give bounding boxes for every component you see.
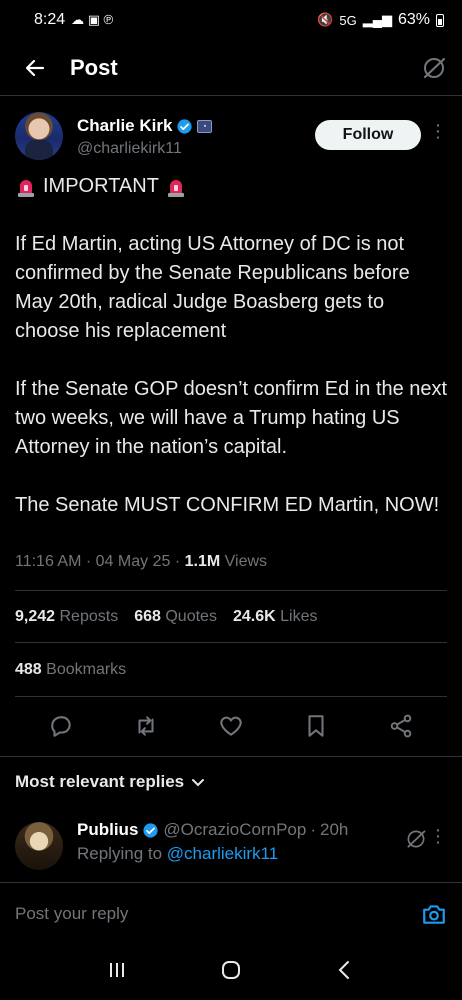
engagement-stats: 9,242 Reposts 668 Quotes 24.6K Likes — [15, 608, 317, 626]
reply-icon — [50, 716, 71, 737]
heart-icon — [220, 716, 242, 736]
reposts-label: Reposts — [59, 608, 119, 625]
reposts-count: 9,242 — [15, 608, 56, 625]
reply-avatar[interactable] — [15, 822, 63, 870]
verified-badge-icon — [143, 822, 158, 838]
grok-icon — [423, 57, 446, 78]
grok-icon — [407, 830, 426, 848]
reply-more-options-icon[interactable]: ⋮ — [429, 826, 447, 847]
affiliation-badge-icon[interactable]: ▪ — [197, 119, 213, 133]
meta-separator: · — [85, 553, 96, 570]
views-count: 1.1M — [184, 553, 221, 570]
reply-composer — [0, 882, 462, 944]
author-avatar[interactable] — [15, 112, 63, 160]
quotes-label: Quotes — [165, 608, 217, 625]
post-date[interactable]: 04 May 25 — [96, 553, 171, 570]
chevron-down-icon — [192, 779, 205, 787]
home-icon — [222, 960, 240, 979]
meta-separator: · — [174, 553, 185, 570]
replying-to-link[interactable]: @charliekirk11 — [167, 844, 278, 863]
quotes-stat[interactable]: 668 Quotes — [134, 608, 217, 626]
camera-icon — [423, 904, 445, 924]
siren-emoji-icon — [167, 179, 184, 197]
battery-percent: 63% — [397, 11, 430, 28]
post-time[interactable]: 11:16 AM — [15, 553, 81, 570]
section-divider — [0, 756, 462, 757]
author-handle[interactable]: @charliekirk11 — [77, 140, 212, 158]
recent-apps-icon — [110, 962, 124, 977]
divider — [15, 642, 447, 643]
system-back-button[interactable] — [334, 959, 356, 986]
bookmarks-stats: 488 Bookmarks — [15, 661, 126, 679]
post-author: Charlie Kirk ▪ @charliekirk11 Follow ⋮ — [15, 112, 447, 168]
post-paragraph-1: If Ed Martin, acting US Attorney of DC i… — [15, 233, 410, 342]
views-label: Views — [224, 553, 268, 570]
network-label: 5G — [339, 12, 357, 28]
bookmark-button[interactable] — [303, 713, 329, 739]
author-name[interactable]: Charlie Kirk — [77, 116, 172, 136]
siren-emoji-icon — [18, 179, 34, 197]
verified-badge-icon — [177, 118, 193, 134]
home-button[interactable] — [220, 959, 242, 986]
divider — [15, 696, 447, 697]
post-text: IMPORTANT If Ed Martin, acting US Attorn… — [15, 172, 448, 520]
bookmarks-stat[interactable]: 488 Bookmarks — [15, 661, 126, 679]
post-paragraph-2: If the Senate GOP doesn’t confirm Ed in … — [15, 378, 448, 458]
repost-button[interactable] — [133, 713, 159, 739]
bookmarks-count: 488 — [15, 661, 42, 678]
reposts-stat[interactable]: 9,242 Reposts — [15, 608, 118, 626]
post-headline: IMPORTANT — [43, 175, 159, 197]
page-title: Post — [70, 54, 118, 80]
like-button[interactable] — [218, 713, 244, 739]
reply-author-handle[interactable]: @OcrazioCornPop — [163, 820, 306, 840]
grok-button[interactable] — [406, 55, 462, 81]
signal-icon: ▂▄▆ — [362, 12, 392, 27]
recent-apps-button[interactable] — [106, 959, 128, 986]
reply-item[interactable]: Publius @OcrazioCornPop · 20h Replying t… — [15, 820, 447, 884]
reply-grok-button[interactable] — [405, 828, 427, 855]
back-button[interactable] — [0, 56, 70, 80]
camera-button[interactable] — [421, 901, 447, 927]
likes-label: Likes — [280, 608, 318, 625]
status-bar: 8:24 ☁ ▣ ℗ 🔇 5G ▂▄▆ 63% — [0, 0, 462, 40]
repost-icon — [138, 716, 154, 736]
likes-stat[interactable]: 24.6K Likes — [233, 608, 318, 626]
reply-sort-label: Most relevant replies — [15, 772, 185, 791]
bookmark-icon — [308, 715, 324, 737]
back-arrow-icon — [25, 59, 45, 76]
replying-to-line: Replying to @charliekirk11 — [77, 844, 447, 864]
reply-age: 20h — [320, 820, 349, 839]
system-nav-bar — [0, 944, 462, 1000]
reply-author-name[interactable]: Publius — [77, 820, 138, 840]
mute-icon: 🔇 — [317, 12, 334, 27]
status-time: 8:24 — [34, 11, 66, 28]
share-icon — [391, 714, 412, 738]
post-action-bar — [0, 706, 462, 746]
reply-button[interactable] — [48, 713, 74, 739]
meta-separator: · — [310, 820, 317, 839]
divider — [15, 590, 447, 591]
battery-icon — [436, 13, 444, 27]
replying-prefix: Replying to — [77, 844, 163, 863]
share-button[interactable] — [388, 713, 414, 739]
quotes-count: 668 — [134, 608, 161, 625]
post-paragraph-3: The Senate MUST CONFIRM ED Martin, NOW! — [15, 494, 440, 516]
more-options-icon[interactable]: ⋮ — [429, 122, 447, 140]
reply-input[interactable] — [15, 903, 421, 924]
top-bar: Post — [0, 40, 462, 96]
bookmarks-label: Bookmarks — [46, 661, 127, 678]
reply-sort-dropdown[interactable]: Most relevant replies — [15, 772, 206, 792]
chevron-left-icon — [338, 960, 349, 979]
post-meta: 11:16 AM · 04 May 25 · 1.1M Views — [15, 553, 267, 571]
notification-icons: ☁ ▣ ℗ — [71, 12, 114, 27]
likes-count: 24.6K — [232, 608, 276, 625]
follow-button[interactable]: Follow — [315, 120, 421, 150]
